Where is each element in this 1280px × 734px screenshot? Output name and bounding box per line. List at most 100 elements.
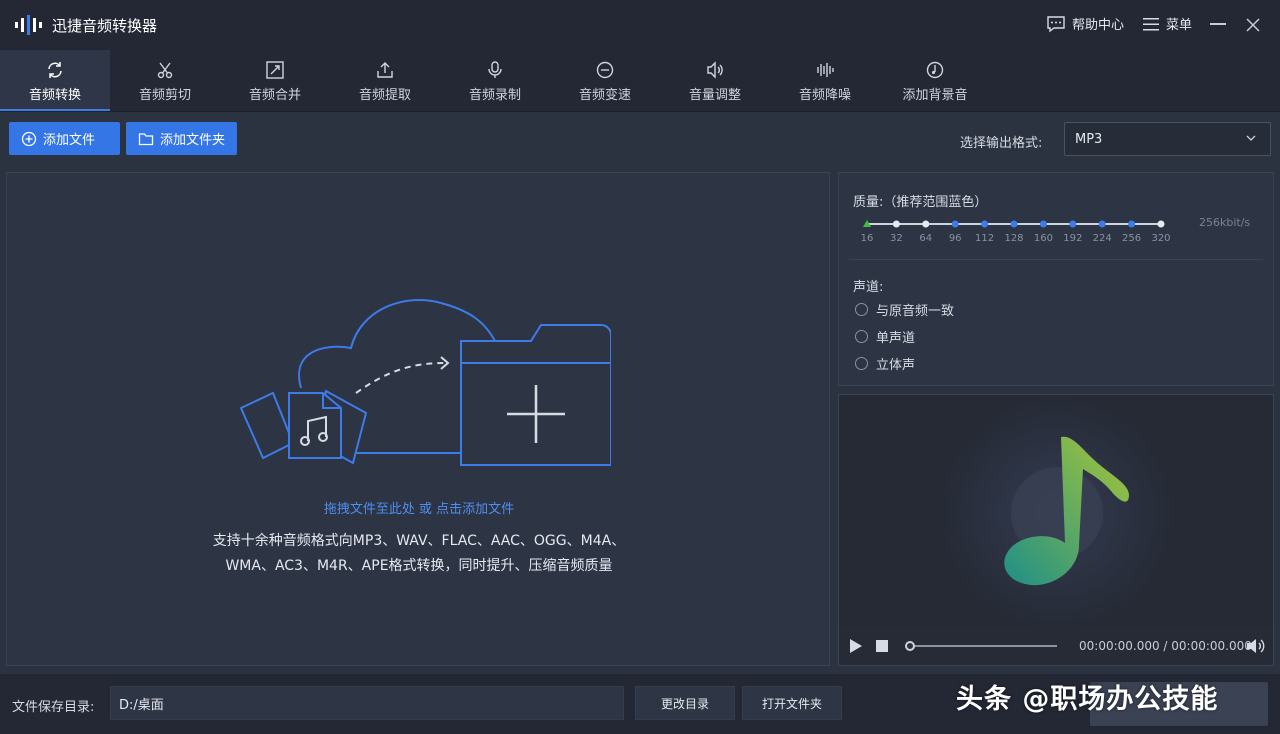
save-directory-field[interactable]: D:/桌面	[110, 686, 624, 720]
chat-bubble-icon	[1047, 15, 1065, 32]
support-text-line-2: WMA、AC3、M4R、APE格式转换，同时提升、压缩音频质量	[225, 558, 613, 574]
add-file-button[interactable]: 添加文件	[9, 122, 120, 155]
quality-tick-64[interactable]	[922, 220, 930, 228]
output-format-select[interactable]: MP3	[1064, 122, 1271, 156]
quality-tick-112[interactable]	[981, 220, 989, 228]
channel-option-mono[interactable]: 单声道	[855, 327, 915, 346]
seek-bar[interactable]	[909, 645, 1057, 647]
media-player-bar: 00:00:00.000 / 00:00:00.000	[839, 627, 1273, 665]
stop-button[interactable]	[876, 640, 888, 652]
extract-icon	[377, 62, 393, 78]
waveform-icon	[817, 63, 834, 77]
tab-volume-adjust[interactable]: 音量调整	[660, 50, 770, 110]
channel-option-label: 立体声	[876, 358, 916, 373]
quality-tick-label: 320	[1151, 233, 1171, 244]
close-icon[interactable]	[1244, 16, 1262, 34]
tab-audio-cut[interactable]: 音频剪切	[110, 50, 220, 110]
quality-tick-32[interactable]	[892, 220, 900, 228]
minimize-button[interactable]	[1210, 23, 1226, 25]
tab-add-background-music[interactable]: 添加背景音	[880, 50, 990, 110]
quality-tick-label: 112	[975, 233, 995, 244]
radio-button[interactable]	[855, 330, 868, 343]
drop-hint-link[interactable]: 拖拽文件至此处 或 点击添加文件	[7, 498, 831, 517]
tab-label: 音频剪切	[138, 88, 191, 103]
music-note-icon	[926, 61, 944, 79]
tab-label: 音频录制	[468, 88, 521, 103]
quality-tick-96[interactable]	[951, 220, 959, 228]
radio-button[interactable]	[855, 357, 868, 370]
cloud-folder-illustration	[239, 299, 611, 466]
refresh-icon	[48, 62, 62, 78]
output-format-value: MP3	[1075, 131, 1103, 147]
tab-audio-speed[interactable]: 音频变速	[550, 50, 660, 110]
tab-label: 音频变速	[578, 88, 631, 103]
channel-option-label: 单声道	[876, 331, 916, 346]
quality-tick-320[interactable]	[1157, 220, 1165, 228]
tool-tabs: 音频转换 音频剪切 音频合并 音频提取 音频录制 音频变速 音量调整 音频降噪 …	[0, 50, 1280, 112]
support-text-line-1: 支持十余种音频格式向MP3、WAV、FLAC、AAC、OGG、M4A、	[212, 533, 626, 549]
chevron-down-icon	[1246, 135, 1256, 141]
volume-icon	[707, 61, 723, 79]
watermark-text: 头条 @职场办公技能	[956, 683, 1219, 715]
tab-audio-extract[interactable]: 音频提取	[330, 50, 440, 110]
change-directory-button[interactable]: 更改目录	[635, 686, 735, 720]
quality-tick-192[interactable]	[1069, 220, 1077, 228]
speaker-icon[interactable]	[1245, 637, 1265, 655]
tab-audio-merge[interactable]: 音频合并	[220, 50, 330, 110]
add-folder-label: 添加文件夹	[160, 133, 226, 148]
audio-preview-panel: 00:00:00.000 / 00:00:00.000	[838, 394, 1274, 666]
quality-tick-label: 192	[1063, 233, 1083, 244]
quality-tick-224[interactable]	[1098, 220, 1106, 228]
music-note-artwork	[939, 395, 1175, 627]
tab-audio-record[interactable]: 音频录制	[440, 50, 550, 110]
quality-tick-label: 224	[1092, 233, 1112, 244]
title-bar: 迅捷音频转换器 帮助中心 菜单	[0, 0, 1280, 50]
tab-noise-reduction[interactable]: 音频降噪	[770, 50, 880, 110]
save-directory-label: 文件保存目录:	[12, 700, 95, 715]
quality-tick-label: 256	[1122, 233, 1142, 244]
channel-title: 声道:	[853, 280, 884, 295]
quality-slider[interactable]	[861, 217, 1165, 231]
channel-option-label: 与原音频一致	[876, 304, 955, 319]
audio-files-icon	[239, 389, 368, 465]
quality-tick-label: 16	[860, 233, 874, 244]
add-folder-button[interactable]: 添加文件夹	[126, 122, 237, 155]
scissors-icon	[157, 62, 173, 79]
play-icon[interactable]	[849, 638, 863, 654]
output-format-label: 选择输出格式:	[960, 136, 1043, 151]
channel-option-original[interactable]: 与原音频一致	[855, 300, 954, 319]
quality-tick-label: 32	[890, 233, 903, 244]
hamburger-icon	[1143, 17, 1159, 30]
quality-tick-128[interactable]	[1010, 220, 1018, 228]
tab-label: 添加背景音	[902, 88, 968, 103]
file-drop-area[interactable]: 拖拽文件至此处 或 点击添加文件 支持十余种音频格式向MP3、WAV、FLAC、…	[6, 172, 830, 666]
channel-option-stereo[interactable]: 立体声	[855, 354, 915, 373]
tab-label: 音频降噪	[798, 88, 851, 103]
open-folder-button[interactable]: 打开文件夹	[742, 686, 842, 720]
help-center-label: 帮助中心	[1072, 18, 1125, 33]
merge-icon	[266, 61, 284, 79]
tab-label: 音频提取	[358, 88, 411, 103]
help-center-button[interactable]: 帮助中心	[1046, 14, 1124, 33]
time-display: 00:00:00.000 / 00:00:00.000	[1079, 639, 1252, 653]
quality-tick-label: 128	[1004, 233, 1024, 244]
quality-tick-label: 160	[1033, 233, 1053, 244]
dashed-arrow	[355, 362, 447, 394]
divider	[849, 259, 1263, 260]
radio-button[interactable]	[855, 303, 868, 316]
quality-tick-label: 96	[948, 233, 962, 244]
speed-icon	[596, 61, 614, 79]
tab-label: 音量调整	[688, 88, 741, 103]
add-file-label: 添加文件	[43, 133, 96, 148]
tab-label: 音频转换	[28, 88, 81, 103]
menu-label: 菜单	[1166, 18, 1193, 33]
tab-label: 音频合并	[248, 88, 301, 103]
app-logo-icon	[15, 15, 42, 35]
seek-handle[interactable]	[905, 641, 915, 651]
quality-tick-160[interactable]	[1039, 220, 1047, 228]
quality-title: 质量:（推荐范围蓝色）	[853, 195, 988, 210]
menu-button[interactable]: 菜单	[1142, 14, 1192, 33]
quality-tick-256[interactable]	[1128, 220, 1136, 228]
app-title: 迅捷音频转换器	[52, 17, 158, 35]
tab-audio-convert[interactable]: 音频转换	[0, 50, 110, 111]
